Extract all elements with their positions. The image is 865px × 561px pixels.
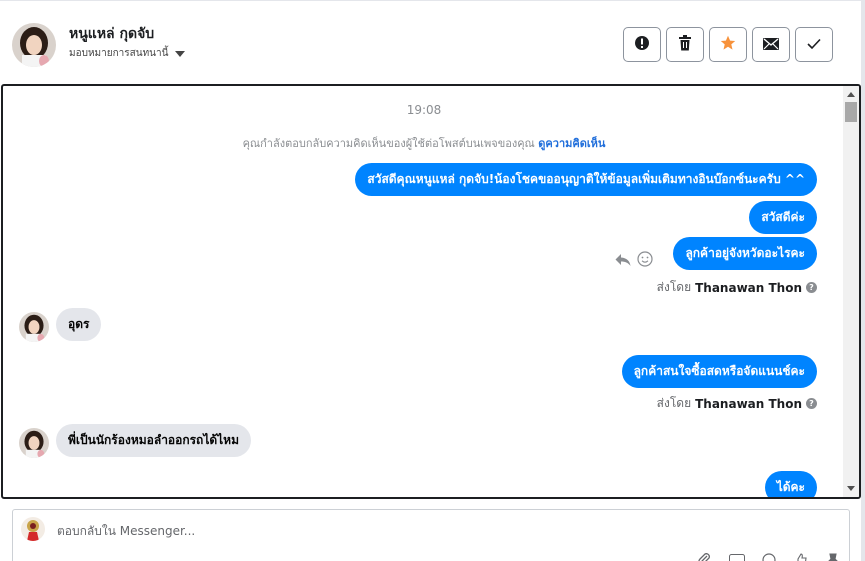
scroll-up-arrow-icon[interactable] <box>847 92 855 97</box>
page-avatar <box>21 517 45 541</box>
mark-done-button[interactable] <box>795 27 833 62</box>
contact-avatar <box>19 428 49 458</box>
reply-composer <box>12 509 850 561</box>
message-bubble-outgoing[interactable]: ลูกค้าอยู่จังหวัดอะไรคะ <box>673 237 817 270</box>
message-bubble-outgoing[interactable]: ลูกค้าสนใจซื้อสดหรือจัดแนนช์คะ <box>621 355 817 388</box>
emoji-icon[interactable] <box>761 552 777 561</box>
assign-conversation-dropdown[interactable]: มอบหมายการสนทนานี้ <box>69 46 186 61</box>
like-icon[interactable] <box>793 552 809 561</box>
conversation-header: หนูแหล่ กุดจับ มอบหมายการสนทนานี้ <box>0 0 861 84</box>
pin-icon[interactable] <box>825 552 841 561</box>
message-bubble-outgoing[interactable]: ได้คะ <box>764 471 817 497</box>
message-bubble-outgoing[interactable]: สวัสดีค่ะ <box>749 201 817 234</box>
scroll-thumb[interactable] <box>845 102 857 122</box>
message-hover-actions <box>615 251 653 271</box>
sent-by-prefix: ส่งโดย <box>656 396 692 410</box>
composer-tools <box>697 552 841 561</box>
contact-avatar[interactable] <box>12 23 56 67</box>
sent-by-name: Thanawan Thon <box>695 396 802 411</box>
check-icon <box>807 35 821 54</box>
view-comment-link[interactable]: ดูความคิดเห็น <box>538 137 605 150</box>
assign-label: มอบหมายการสนทนานี้ <box>69 48 169 59</box>
sent-by-label: ส่งโดย Thanawan Thon ? <box>657 278 817 297</box>
scroll-down-arrow-icon[interactable] <box>847 486 855 491</box>
comment-reply-notice: คุณกำลังตอบกลับความคิดเห็นของผู้ใช้ต่อโพ… <box>3 134 845 152</box>
thread-scrollbar[interactable] <box>843 86 859 497</box>
envelope-icon <box>763 35 779 54</box>
reply-input[interactable] <box>57 524 657 538</box>
contact-name[interactable]: หนูแหล่ กุดจับ <box>69 23 154 45</box>
star-button[interactable] <box>709 27 747 62</box>
mark-spam-button[interactable] <box>623 27 661 62</box>
mark-unread-button[interactable] <box>752 27 790 62</box>
attachment-icon[interactable] <box>697 552 713 561</box>
star-icon <box>720 35 736 55</box>
message-thread[interactable]: 19:08 คุณกำลังตอบกลับความคิดเห็นของผู้ใช… <box>1 84 861 499</box>
notice-text: คุณกำลังตอบกลับความคิดเห็นของผู้ใช้ต่อโพ… <box>242 137 535 150</box>
delete-button[interactable] <box>666 27 704 62</box>
message-bubble-outgoing[interactable]: สวัสดีคุณหนูแหล่ กุดจับ!น้องโชคขออนุญาติ… <box>355 163 817 196</box>
inbox-conversation-view: หนูแหล่ กุดจับ มอบหมายการสนทนานี้ 19:08 … <box>0 0 865 561</box>
sent-by-label: ส่งโดย Thanawan Thon ? <box>657 394 817 413</box>
emoji-reaction-icon[interactable] <box>637 251 653 271</box>
help-icon[interactable]: ? <box>806 282 817 293</box>
help-icon[interactable]: ? <box>806 398 817 409</box>
sent-by-prefix: ส่งโดย <box>656 280 692 294</box>
message-timestamp: 19:08 <box>406 103 442 117</box>
trash-icon <box>678 34 692 55</box>
panel-edge <box>861 0 865 561</box>
sent-by-name: Thanawan Thon <box>695 280 802 295</box>
alert-icon <box>634 35 650 55</box>
message-bubble-incoming[interactable]: พี่เป็นนักร้องหมอลำออกรถได้ไหม <box>56 424 252 457</box>
conversation-toolbar <box>623 27 833 62</box>
message-bubble-incoming[interactable]: อุดร <box>56 308 102 341</box>
reply-icon[interactable] <box>615 252 631 271</box>
gif-icon[interactable] <box>729 552 745 561</box>
caret-down-icon <box>175 50 186 57</box>
contact-avatar <box>19 312 49 342</box>
